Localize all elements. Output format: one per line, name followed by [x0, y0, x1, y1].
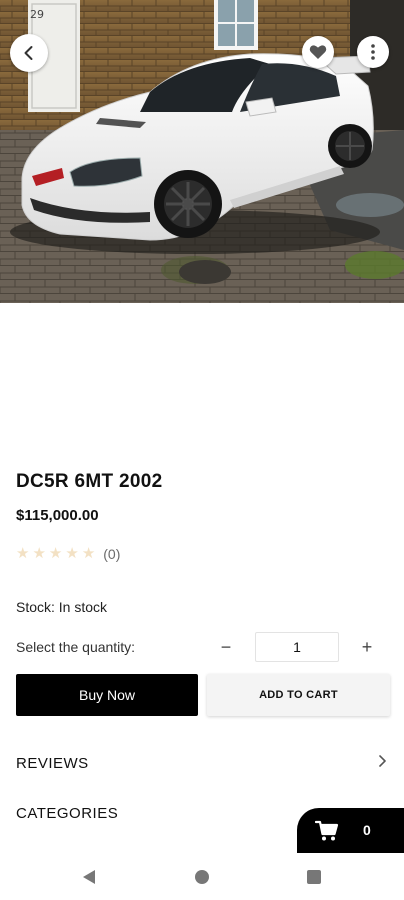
product-detail-screen: 29 DC5R 6MT 2002 $115,000.00 ★ ★ ★ ★ ★ (…	[0, 0, 404, 900]
favorite-button[interactable]	[302, 36, 334, 68]
star-icon: ★	[48, 545, 63, 562]
reviews-label: REVIEWS	[16, 754, 89, 772]
more-options-button[interactable]	[357, 36, 389, 68]
product-title: DC5R 6MT 2002	[16, 471, 163, 492]
quantity-decrease-button[interactable]: −	[215, 636, 237, 658]
rating-stars: ★ ★ ★ ★ ★	[16, 546, 95, 562]
star-icon: ★	[16, 545, 30, 562]
arrow-left-icon	[21, 45, 37, 61]
star-icon: ★	[32, 545, 46, 562]
buy-now-button[interactable]: Buy Now	[16, 674, 198, 716]
reviews-section-row[interactable]: REVIEWS	[16, 749, 388, 777]
product-image[interactable]: 29	[0, 0, 404, 303]
cart-count: 0	[363, 822, 371, 838]
system-navigation-bar	[0, 853, 404, 900]
nav-home-icon[interactable]	[195, 870, 209, 884]
categories-label: CATEGORIES	[16, 804, 119, 822]
quantity-label: Select the quantity:	[16, 639, 136, 655]
product-price: $115,000.00	[16, 507, 99, 524]
star-icon: ★	[81, 545, 96, 562]
floating-cart-button[interactable]: 0	[297, 808, 404, 853]
rating: ★ ★ ★ ★ ★ (0)	[16, 546, 121, 563]
chevron-right-icon	[376, 754, 388, 773]
shopping-cart-icon	[314, 820, 339, 847]
car-photo: 29	[0, 0, 404, 303]
svg-text:29: 29	[30, 8, 44, 21]
stock-status: Stock: In stock	[16, 599, 108, 615]
nav-back-icon[interactable]	[82, 869, 96, 890]
add-to-cart-button[interactable]: ADD TO CART	[207, 674, 390, 716]
heart-icon	[309, 44, 327, 60]
star-icon: ★	[65, 545, 79, 562]
rating-count: (0)	[103, 546, 121, 562]
more-vertical-icon	[371, 44, 375, 60]
back-button[interactable]	[10, 34, 48, 72]
quantity-input[interactable]: 1	[255, 632, 339, 662]
quantity-increase-button[interactable]: +	[356, 636, 378, 658]
nav-recents-icon[interactable]	[307, 870, 321, 884]
